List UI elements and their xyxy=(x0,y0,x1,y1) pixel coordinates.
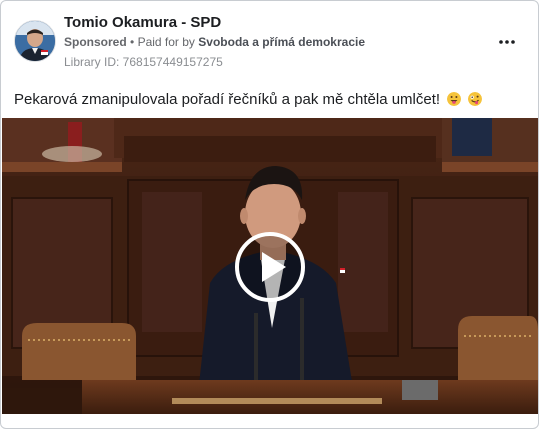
video-player[interactable] xyxy=(2,118,538,414)
more-options-button[interactable] xyxy=(498,32,516,50)
advertiser-avatar[interactable] xyxy=(14,20,56,62)
advertiser-name[interactable]: Tomio Okamura - SPD xyxy=(64,14,221,31)
play-button[interactable] xyxy=(235,232,305,302)
library-id: Library ID: 768157449157275 xyxy=(64,55,223,69)
zany-face-icon xyxy=(468,92,483,106)
post-caption: Pekarová zmanipulovala pořadí řečníků a … xyxy=(14,91,441,108)
ellipsis-horizontal-icon xyxy=(499,40,515,44)
paid-for-prefix: Paid for by xyxy=(137,35,195,49)
sponsored-meta: Sponsored • Paid for by Svoboda a přímá … xyxy=(64,35,365,49)
meta-separator: • xyxy=(130,35,138,49)
play-icon xyxy=(235,232,305,302)
payer-name[interactable]: Svoboda a přímá demokracie xyxy=(198,35,365,49)
sponsored-label: Sponsored xyxy=(64,35,127,49)
grinning-face-with-tongue-icon xyxy=(447,92,462,106)
ad-card: Tomio Okamura - SPD Sponsored • Paid for… xyxy=(0,0,539,429)
post-caption-row: Pekarová zmanipulovala pořadí řečníků a … xyxy=(14,91,483,108)
